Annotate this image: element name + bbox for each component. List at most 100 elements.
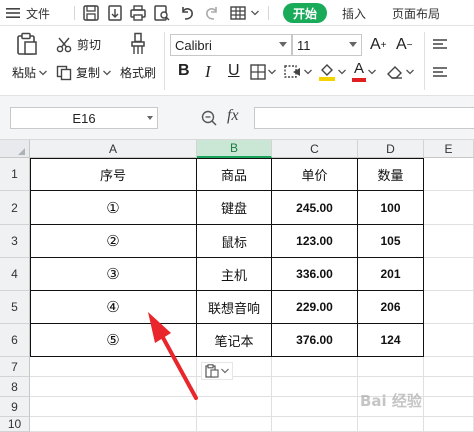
clear-button[interactable] [386,64,414,80]
empty-cell[interactable] [424,324,474,357]
empty-cell[interactable] [197,397,272,417]
column-header-c[interactable]: C [272,140,358,158]
empty-cell[interactable] [424,225,474,258]
tab-start[interactable]: 开始 [283,3,327,23]
row-header-5[interactable]: 5 [0,291,30,324]
qty-cell[interactable]: 105 [358,225,424,258]
empty-cell[interactable] [424,357,474,377]
qty-cell[interactable]: 124 [358,324,424,357]
underline-button[interactable]: U [228,62,240,80]
item-cell[interactable]: 主机 [197,258,272,291]
empty-cell[interactable] [30,357,197,377]
empty-cell[interactable] [424,191,474,225]
qty-cell[interactable]: 206 [358,291,424,324]
copy-button[interactable]: 复制 [56,64,111,81]
empty-cell[interactable] [272,377,358,397]
chevron-down-icon[interactable] [251,0,259,26]
table-header-cell[interactable]: 商品 [197,158,272,191]
font-size-select[interactable]: 11 [292,34,362,56]
row-header-2[interactable]: 2 [0,191,30,225]
save-icon[interactable] [82,4,100,22]
paste-options-button[interactable] [201,362,233,380]
decrease-font-size-icon[interactable]: A − [396,36,413,54]
paste-button[interactable]: 粘贴 [12,64,47,81]
seq-cell[interactable]: ① [30,191,197,225]
seq-cell[interactable]: ② [30,225,197,258]
redo-icon[interactable] [203,4,221,22]
price-cell[interactable]: 376.00 [272,324,358,357]
price-cell[interactable]: 229.00 [272,291,358,324]
tab-page-layout[interactable]: 页面布局 [392,0,440,26]
table-header-cell[interactable]: 数量 [358,158,424,191]
table-header-cell[interactable]: 序号 [30,158,197,191]
column-header-d[interactable]: D [358,140,424,158]
hamburger-icon[interactable] [6,0,20,26]
tab-insert[interactable]: 插入 [342,0,366,26]
empty-cell[interactable] [424,158,474,191]
empty-cell[interactable] [358,357,424,377]
file-menu[interactable]: 文件 [26,0,50,26]
row-header-6[interactable]: 6 [0,324,30,357]
paintbrush-icon[interactable] [128,32,148,56]
price-cell[interactable]: 245.00 [272,191,358,225]
cut-button[interactable]: 剪切 [56,36,101,53]
table-style-icon[interactable] [229,4,247,22]
italic-button[interactable]: I [205,62,211,82]
cell-style-button[interactable] [284,64,312,80]
bold-button[interactable]: B [178,62,190,80]
empty-cell[interactable] [424,377,474,397]
font-color-button[interactable]: A [352,61,376,82]
empty-cell[interactable] [424,258,474,291]
empty-cell[interactable] [358,417,424,432]
item-cell[interactable]: 笔记本 [197,324,272,357]
print-icon[interactable] [129,4,147,22]
row-header-8[interactable]: 8 [0,377,30,397]
increase-font-size-icon[interactable]: A + [370,36,387,54]
column-header-a[interactable]: A [30,140,197,158]
column-header-e[interactable]: E [424,140,474,158]
item-cell[interactable]: 键盘 [197,191,272,225]
format-painter-button[interactable]: 格式刷 [120,64,156,81]
price-cell[interactable]: 123.00 [272,225,358,258]
item-cell[interactable]: 联想音响 [197,291,272,324]
seq-cell[interactable]: ③ [30,258,197,291]
fill-color-button[interactable] [318,62,346,82]
qty-cell[interactable]: 100 [358,191,424,225]
row-header-9[interactable]: 9 [0,397,30,417]
seq-cell[interactable]: ⑤ [30,324,197,357]
empty-cell[interactable] [424,291,474,324]
empty-cell[interactable] [272,417,358,432]
empty-cell[interactable] [272,397,358,417]
formula-input[interactable] [254,107,474,129]
row-header-3[interactable]: 3 [0,225,30,258]
select-all-corner[interactable] [0,140,30,158]
name-box[interactable]: E16 [10,107,158,129]
table-header-cell[interactable]: 单价 [272,158,358,191]
row-header-10[interactable]: 10 [0,417,30,432]
row-header-1[interactable]: 1 [0,158,30,191]
paste-icon[interactable] [16,32,38,56]
empty-cell[interactable] [272,357,358,377]
zoom-search-icon[interactable] [200,109,218,131]
empty-cell[interactable] [424,397,474,417]
row-header-4[interactable]: 4 [0,258,30,291]
row-header-7[interactable]: 7 [0,357,30,377]
print-preview-icon[interactable] [153,4,171,22]
empty-cell[interactable] [197,377,272,397]
empty-cell[interactable] [30,417,197,432]
borders-button[interactable] [250,64,276,80]
fx-button[interactable]: fx [227,107,239,125]
empty-cell[interactable] [30,377,197,397]
qty-cell[interactable]: 201 [358,258,424,291]
export-pdf-icon[interactable] [106,4,124,22]
empty-cell[interactable] [30,397,197,417]
align-bottom-icon[interactable] [432,66,448,80]
seq-cell[interactable]: ④ [30,291,197,324]
font-family-select[interactable]: Calibri [170,34,292,56]
column-header-b[interactable]: B [197,140,272,158]
empty-cell[interactable] [197,417,272,432]
undo-icon[interactable] [178,4,196,22]
item-cell[interactable]: 鼠标 [197,225,272,258]
align-top-icon[interactable] [432,38,448,52]
empty-cell[interactable] [424,417,474,432]
